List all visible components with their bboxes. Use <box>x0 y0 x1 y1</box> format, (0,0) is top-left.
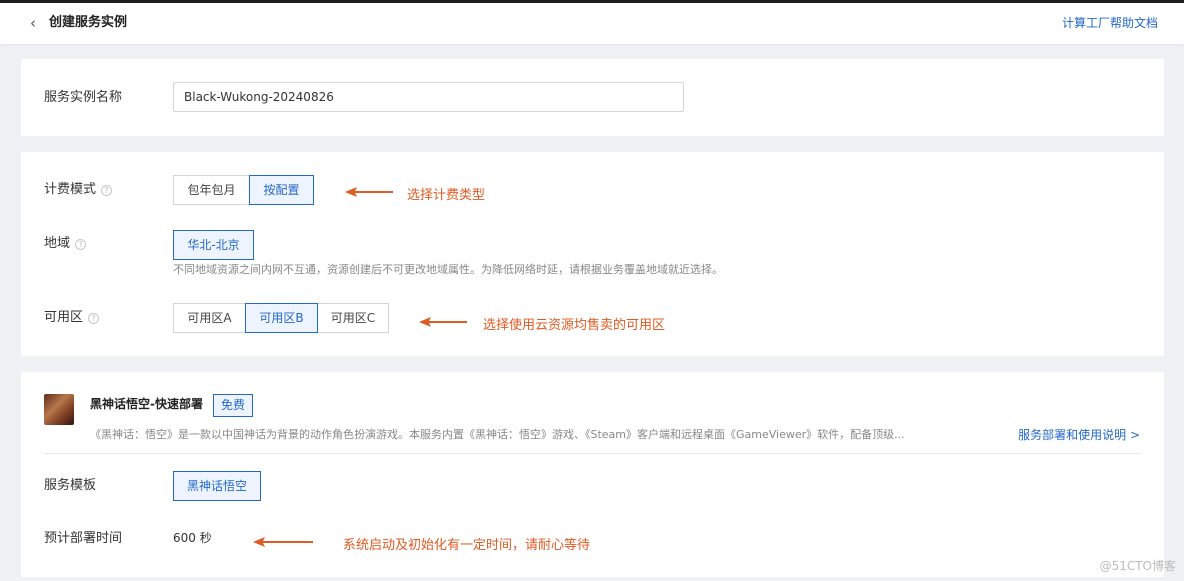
page-header: ‹ 创建服务实例 计算工厂帮助文档 <box>0 3 1184 44</box>
chevron-left-icon[interactable]: ‹ <box>30 14 36 32</box>
product-name: 黑神话悟空-快速部署 <box>90 397 203 411</box>
template-label: 服务模板 <box>44 478 97 493</box>
config-section: 计费模式? 包年包月 按配置 选择计费类型 地域? 华北-北京 不同地域资源之间… <box>21 152 1164 356</box>
zone-selector: 可用区A 可用区B 可用区C <box>173 303 389 333</box>
billing-option-pay-as-config[interactable]: 按配置 <box>249 175 314 205</box>
deploy-time-label: 预计部署时间 <box>44 531 123 546</box>
zone-option-a[interactable]: 可用区A <box>173 303 246 333</box>
billing-mode-label-text: 计费模式 <box>44 182 97 197</box>
billing-annotation: 选择计费类型 <box>407 188 486 203</box>
region-option-beijing[interactable]: 华北-北京 <box>173 230 254 260</box>
help-icon[interactable]: ? <box>75 239 87 250</box>
zone-option-c[interactable]: 可用区C <box>317 303 389 333</box>
deploy-time-annotation: 系统启动及初始化有一定时间，请耐心等待 <box>343 538 591 553</box>
zone-annotation: 选择使用云资源均售卖的可用区 <box>483 318 666 333</box>
instance-name-section: 服务实例名称 <box>21 59 1164 136</box>
annotation-arrow <box>419 317 467 327</box>
watermark: @51CTO博客 <box>1099 559 1176 573</box>
instance-name-input[interactable] <box>173 82 684 112</box>
region-hint: 不同地域资源之间内网不互通，资源创建后不可更改地域属性。为降低网络时延，请根据业… <box>173 263 723 276</box>
help-icon[interactable]: ? <box>101 185 113 196</box>
template-option-wukong[interactable]: 黑神话悟空 <box>173 471 261 501</box>
zone-label-text: 可用区 <box>44 310 84 325</box>
service-section: 黑神话悟空-快速部署 免费 《黑神话：悟空》是一款以中国神话为背景的动作角色扮演… <box>21 372 1164 577</box>
region-label-text: 地域 <box>44 236 71 251</box>
deploy-docs-link[interactable]: 服务部署和使用说明 > <box>1018 427 1140 443</box>
billing-mode-label: 计费模式? <box>44 181 113 199</box>
product-logo <box>44 394 74 425</box>
divider <box>44 453 1141 454</box>
billing-option-subscription[interactable]: 包年包月 <box>173 175 250 205</box>
product-description: 《黑神话：悟空》是一款以中国神话为背景的动作角色扮演游戏。本服务内置《黑神话：悟… <box>90 428 905 441</box>
region-selector: 华北-北京 <box>173 230 254 260</box>
zone-label: 可用区? <box>44 309 100 327</box>
help-docs-link[interactable]: 计算工厂帮助文档 <box>1062 15 1158 31</box>
annotation-arrow <box>253 537 313 547</box>
instance-name-label: 服务实例名称 <box>44 90 123 105</box>
annotation-arrow <box>345 187 393 197</box>
billing-mode-selector: 包年包月 按配置 <box>173 175 314 205</box>
region-label: 地域? <box>44 235 87 253</box>
free-badge: 免费 <box>213 394 253 417</box>
help-icon[interactable]: ? <box>88 313 100 324</box>
page-title: 创建服务实例 <box>49 15 128 30</box>
deploy-time-value: 600 秒 <box>173 531 212 545</box>
zone-option-b[interactable]: 可用区B <box>245 303 318 333</box>
